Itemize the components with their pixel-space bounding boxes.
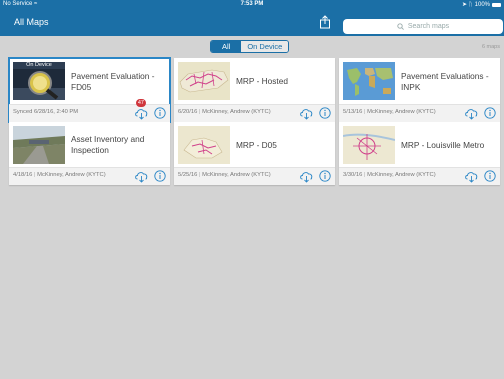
map-card-mrp-louisville-metro[interactable]: MRP - Louisville Metro 3/30/16 | McKinne…: [339, 122, 500, 185]
info-icon[interactable]: [319, 170, 331, 182]
map-card-mrp-hosted[interactable]: MRP - Hosted 6/20/16 | McKinney, Andrew …: [174, 58, 335, 122]
map-count: 6 maps: [481, 44, 500, 50]
map-card-pavement-evaluations-inpk[interactable]: Pavement Evaluations - INPK 5/13/16 | Mc…: [339, 58, 500, 122]
card-footer: 5/13/16 | McKinney, Andrew (KYTC): [339, 104, 500, 122]
battery-indicator: ➤ ᚢ 100%: [462, 1, 501, 8]
map-meta: 4/18/16 | McKinney, Andrew (KYTC): [13, 172, 106, 178]
info-icon[interactable]: [319, 107, 331, 119]
battery-icon: [492, 2, 501, 7]
location-icon: ➤: [462, 2, 468, 8]
map-meta: 5/13/16 | McKinney, Andrew (KYTC): [343, 109, 436, 115]
map-title: MRP - Louisville Metro: [401, 140, 485, 150]
card-footer: 6/20/16 | McKinney, Andrew (KYTC): [174, 104, 335, 122]
map-title: MRP - D05: [236, 140, 277, 150]
download-cloud-icon[interactable]: [299, 170, 314, 183]
map-card-asset-inventory[interactable]: Asset Inventory and Inspection 4/18/16 |…: [9, 122, 170, 185]
louisville-map-thumbnail: [343, 126, 395, 164]
info-icon[interactable]: [154, 107, 166, 119]
filter-all-button[interactable]: All: [211, 41, 242, 52]
map-meta: 5/25/16 | McKinney, Andrew (KYTC): [178, 172, 271, 178]
share-icon[interactable]: [318, 15, 332, 29]
card-footer: 3/30/16 | McKinney, Andrew (KYTC): [339, 167, 500, 185]
filter-on-device-button[interactable]: On Device: [241, 41, 289, 52]
search-placeholder: Search maps: [407, 23, 450, 30]
card-footer: 4/18/16 | McKinney, Andrew (KYTC): [9, 167, 170, 185]
download-cloud-icon[interactable]: [299, 107, 314, 120]
map-title: Asset Inventory and Inspection: [71, 134, 145, 155]
map-title: Pavement Evaluation - FD05: [71, 71, 155, 92]
page-title: All Maps: [14, 17, 49, 27]
info-icon[interactable]: [484, 170, 496, 182]
card-footer: 5/25/16 | McKinney, Andrew (KYTC): [174, 167, 335, 185]
district-map-thumbnail: [178, 126, 230, 164]
map-title: Pavement Evaluations - INPK: [401, 71, 489, 92]
update-count-badge: 47: [135, 99, 146, 107]
status-bar: No Service ≈ 7:53 PM ➤ ᚢ 100%: [0, 0, 504, 9]
search-input[interactable]: Search maps: [343, 19, 503, 34]
map-meta: 3/30/16 | McKinney, Andrew (KYTC): [343, 172, 436, 178]
search-icon: [397, 23, 404, 30]
road-photo-thumbnail: [13, 126, 65, 164]
bluetooth-icon: ᚢ: [469, 1, 473, 8]
map-meta: 6/20/16 | McKinney, Andrew (KYTC): [178, 109, 271, 115]
clock-label: 7:53 PM: [240, 1, 264, 7]
map-card-pavement-evaluation-fd05[interactable]: On Device Pavement Evaluation - FD05 Syn…: [8, 57, 171, 123]
map-card-mrp-d05[interactable]: MRP - D05 5/25/16 | McKinney, Andrew (KY…: [174, 122, 335, 185]
on-device-tag: On Device: [13, 62, 65, 69]
nav-bar: All Maps Search maps: [0, 9, 504, 36]
info-icon[interactable]: [154, 170, 166, 182]
download-cloud-icon[interactable]: [134, 170, 149, 183]
download-cloud-icon[interactable]: [464, 170, 479, 183]
card-footer: Synced 6/28/16, 2:40 PM 47: [9, 99, 170, 122]
kentucky-map-thumbnail: [178, 62, 230, 100]
world-map-thumbnail: [343, 62, 395, 100]
info-icon[interactable]: [484, 107, 496, 119]
sync-cloud-icon[interactable]: [134, 107, 149, 120]
download-cloud-icon[interactable]: [464, 107, 479, 120]
sync-status: Synced 6/28/16, 2:40 PM: [13, 109, 79, 115]
filter-segmented-control: All On Device: [210, 40, 290, 53]
map-title: MRP - Hosted: [236, 76, 288, 86]
